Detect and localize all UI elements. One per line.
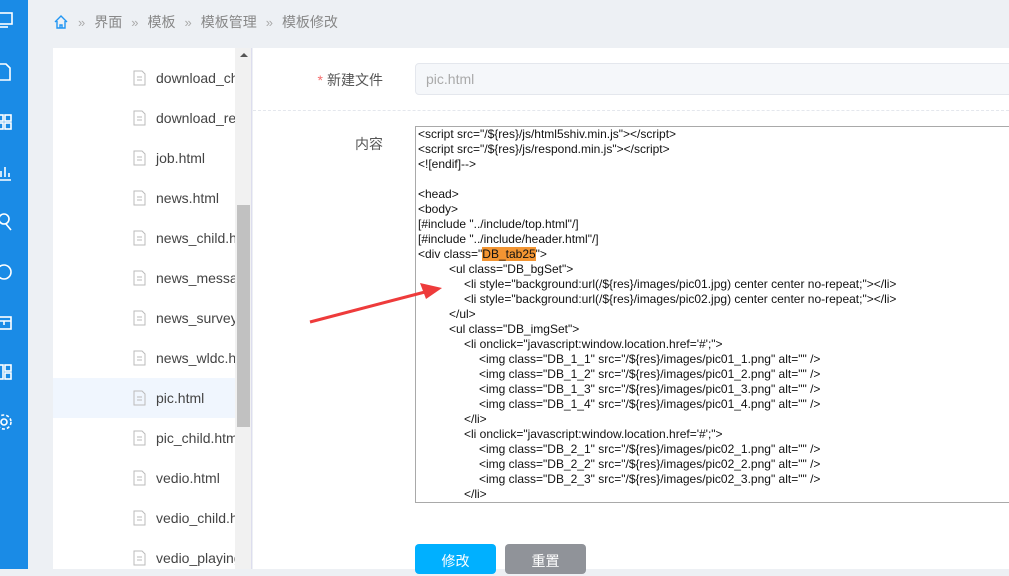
breadcrumb-separator: » — [131, 14, 139, 30]
submit-button[interactable]: 修改 — [415, 544, 496, 574]
file-name: news_message — [156, 270, 235, 286]
left-nav — [0, 0, 28, 569]
code-line: <img class="DB_2_2" src="/${res}/images/… — [479, 457, 821, 471]
code-line: [#include "../include/top.html"/] — [418, 217, 579, 231]
code-line: <ul class="DB_bgSet"> — [449, 262, 574, 276]
sync-icon[interactable] — [0, 262, 14, 282]
file-icon — [133, 430, 146, 446]
file-item[interactable]: download_re — [53, 98, 235, 138]
code-line: <li style="background:url(/${res}/images… — [464, 292, 897, 306]
layout-icon[interactable] — [0, 362, 14, 382]
file-name: news.html — [156, 190, 220, 206]
code-line: <img class="DB_1_1" src="/${res}/images/… — [479, 352, 821, 366]
search-highlight: DB_tab25 — [482, 247, 536, 261]
file-name: vedio_child.html — [156, 510, 235, 526]
file-icon — [133, 230, 146, 246]
home-icon[interactable] — [53, 14, 69, 30]
code-line: <script src="/${res}/js/respond.min.js">… — [418, 142, 670, 156]
file-item[interactable]: pic_child.html — [53, 418, 235, 458]
filename-label: * 新建文件 — [317, 72, 383, 88]
breadcrumb-separator: » — [78, 14, 86, 30]
code-line: <body> — [418, 202, 459, 216]
code-line: <head> — [418, 187, 459, 201]
reset-button[interactable]: 重置 — [505, 544, 586, 574]
monitor-icon[interactable] — [0, 10, 14, 30]
gear-icon[interactable] — [0, 412, 14, 432]
file-item[interactable]: download_child.html — [53, 58, 235, 98]
file-icon — [133, 270, 146, 286]
file-item[interactable]: news_message — [53, 258, 235, 298]
file-item[interactable]: job.html — [53, 138, 235, 178]
file-icon — [133, 470, 146, 486]
scroll-up-arrow[interactable] — [240, 53, 248, 57]
file-item[interactable]: news_wldc.html — [53, 338, 235, 378]
file-name: job.html — [156, 150, 206, 166]
code-line: <img class="DB_1_2" src="/${res}/images/… — [479, 367, 821, 381]
file-name: download_re — [156, 110, 235, 126]
breadcrumb-item[interactable]: 模板 — [147, 12, 175, 32]
code-line: <li style="background:url(/${res}/images… — [464, 277, 897, 291]
file-name: vedio_playing — [156, 550, 235, 566]
file-item[interactable]: pic.html — [53, 378, 235, 418]
code-line: <li onclick="javascript:window.location.… — [464, 337, 723, 351]
scrollbar[interactable] — [235, 48, 252, 569]
chart-icon[interactable] — [0, 162, 14, 182]
scrollbar-thumb[interactable] — [237, 205, 250, 427]
code-line: </li> — [464, 412, 487, 426]
code-line: <img class="DB_2_3" src="/${res}/images/… — [479, 472, 821, 486]
file-item[interactable]: vedio_playing — [53, 538, 235, 569]
file-icon — [133, 390, 146, 406]
code-line: <div class="DB_tab25"> — [418, 247, 547, 261]
code-line: </ul> — [449, 307, 476, 321]
file-item[interactable]: vedio.html — [53, 458, 235, 498]
file-name: pic.html — [156, 390, 205, 406]
file-icon[interactable] — [0, 62, 14, 82]
file-item[interactable]: news_survey — [53, 298, 235, 338]
file-name: news_survey — [156, 310, 235, 326]
code-line: <img class="DB_2_1" src="/${res}/images/… — [479, 442, 821, 456]
grid-icon[interactable] — [0, 112, 14, 132]
file-icon — [133, 190, 146, 206]
code-line: <script src="/${res}/js/html5shiv.min.js… — [418, 127, 677, 141]
file-icon — [133, 110, 146, 126]
code-line: <li onclick="javascript:window.location.… — [464, 427, 723, 441]
file-name: download_child.html — [156, 70, 235, 86]
divider — [253, 110, 1009, 111]
breadcrumb-separator: » — [184, 14, 192, 30]
file-icon — [133, 550, 146, 566]
code-line: <ul class="DB_imgSet"> — [449, 322, 580, 336]
filename-input[interactable]: pic.html — [415, 63, 1009, 95]
file-icon — [133, 150, 146, 166]
code-line: <![endif]--> — [418, 157, 477, 171]
box-icon[interactable] — [0, 312, 14, 332]
content-textarea[interactable]: <script src="/${res}/js/html5shiv.min.js… — [415, 126, 1009, 503]
file-name: pic_child.html — [156, 430, 235, 446]
edit-form: * 新建文件 pic.html 内容 <script src="/${res}/j… — [253, 48, 1009, 574]
breadcrumb-current: 模板修改 — [281, 14, 338, 30]
file-name: news_wldc.html — [156, 350, 235, 366]
breadcrumb: » 界面 » 模板 » 模板管理 » 模板修改 — [53, 12, 338, 32]
file-icon — [133, 350, 146, 366]
code-line: <img class="DB_1_4" src="/${res}/images/… — [479, 397, 821, 411]
file-icon — [133, 70, 146, 86]
breadcrumb-separator: » — [265, 14, 273, 30]
file-icon — [133, 510, 146, 526]
code-line: </li> — [464, 487, 487, 501]
file-icon — [133, 310, 146, 326]
breadcrumb-item[interactable]: 模板管理 — [201, 12, 257, 32]
content-label: 内容 — [355, 136, 383, 152]
file-tree: download_child.html download_re job.html ne… — [53, 48, 252, 569]
breadcrumb-item[interactable]: 界面 — [94, 12, 122, 32]
code-line: [#include "../include/header.html"/] — [418, 232, 599, 246]
code-line: <img class="DB_1_3" src="/${res}/images/… — [479, 382, 821, 396]
file-item[interactable]: news.html — [53, 178, 235, 218]
file-name: vedio.html — [156, 470, 220, 486]
user-icon[interactable] — [0, 212, 14, 232]
file-name: news_child.html — [156, 230, 235, 246]
file-item[interactable]: news_child.html — [53, 218, 235, 258]
file-item[interactable]: vedio_child.html — [53, 498, 235, 538]
